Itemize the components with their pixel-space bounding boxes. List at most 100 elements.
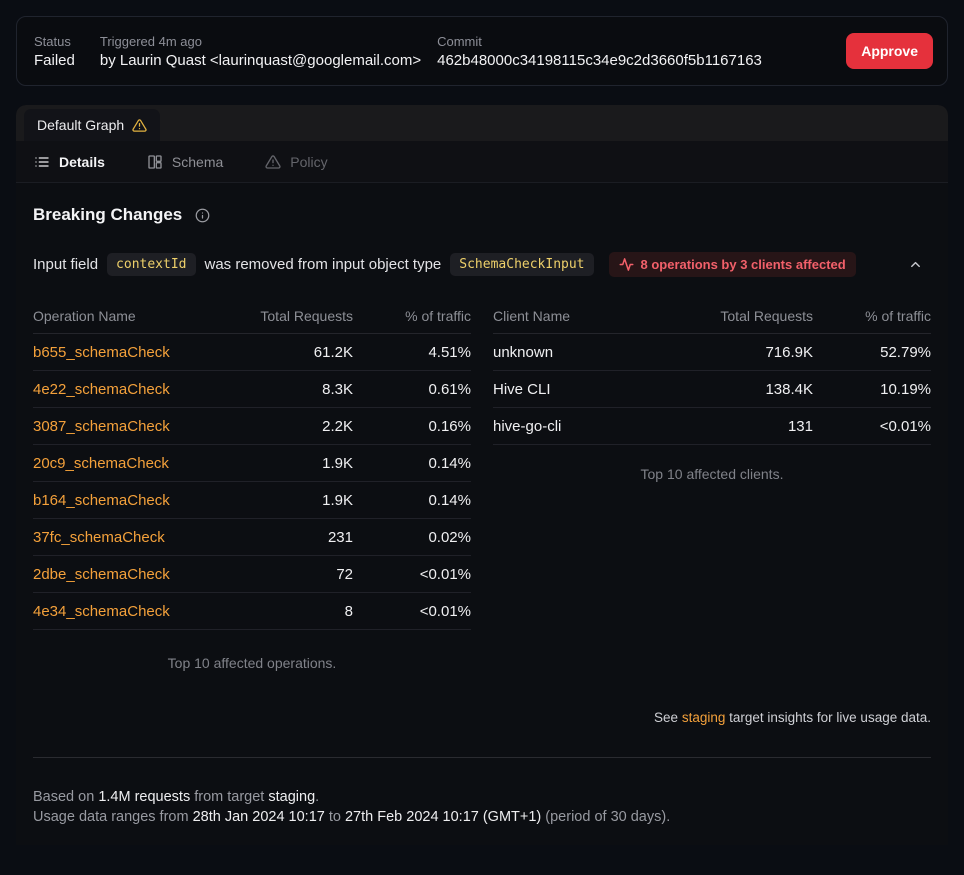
impact-badge-label: 8 operations by 3 clients affected: [641, 257, 846, 272]
operation-link[interactable]: 4e34_schemaCheck: [33, 603, 170, 620]
operation-link[interactable]: 3087_schemaCheck: [33, 418, 170, 435]
list-icon: [34, 154, 50, 170]
col-total-requests: Total Requests: [208, 308, 353, 324]
tab-default-graph[interactable]: Default Graph: [24, 109, 160, 141]
traffic-value: 0.61%: [353, 381, 471, 398]
status-value: Failed: [34, 52, 75, 69]
tab-details[interactable]: Details: [34, 154, 105, 170]
traffic-value: <0.01%: [353, 603, 471, 620]
table-row: 20c9_schemaCheck 1.9K 0.14%: [33, 445, 471, 482]
col-traffic: % of traffic: [353, 308, 471, 324]
requests-value: 72: [208, 566, 353, 583]
table-row: Hive CLI 138.4K 10.19%: [493, 371, 931, 408]
usage-range-end: 27th Feb 2024 10:17 (GMT+1): [345, 809, 541, 825]
breaking-changes-header: Breaking Changes: [33, 205, 931, 225]
traffic-value: 0.02%: [353, 529, 471, 546]
requests-value: 138.4K: [668, 381, 813, 398]
commit-hash: 462b48000c34198115c34e9c2d3660f5b1167163: [437, 52, 762, 69]
traffic-value: <0.01%: [813, 418, 931, 435]
operation-link[interactable]: 2dbe_schemaCheck: [33, 566, 170, 583]
operation-link[interactable]: 37fc_schemaCheck: [33, 529, 165, 546]
schema-check-panel: Default Graph Details: [16, 105, 948, 845]
details-content: Breaking Changes Input field contextId w…: [16, 183, 948, 845]
requests-value: 1.9K: [208, 492, 353, 509]
check-summary-card: Status Failed Triggered 4m ago by Laurin…: [16, 16, 948, 86]
requests-value: 231: [208, 529, 353, 546]
operation-link[interactable]: b655_schemaCheck: [33, 344, 170, 361]
col-client-name: Client Name: [493, 308, 668, 324]
operations-table: Operation Name Total Requests % of traff…: [33, 299, 471, 671]
impact-badge[interactable]: 8 operations by 3 clients affected: [609, 252, 856, 277]
usage-request-count: 1.4M requests: [98, 789, 190, 805]
clients-table-header: Client Name Total Requests % of traffic: [493, 299, 931, 334]
usage-summary-line1: Based on 1.4M requests from target stagi…: [33, 787, 931, 807]
commit-group: Commit 462b48000c34198115c34e9c2d3660f5b…: [437, 34, 762, 69]
usage-text: Usage data ranges from: [33, 809, 193, 825]
operation-link[interactable]: 20c9_schemaCheck: [33, 455, 169, 472]
affected-tables: Operation Name Total Requests % of traff…: [33, 299, 931, 671]
traffic-value: 52.79%: [813, 344, 931, 361]
triggered-author: by Laurin Quast <laurinquast@googlemail.…: [100, 52, 421, 69]
tab-details-label: Details: [59, 154, 105, 170]
table-row: b655_schemaCheck 61.2K 4.51%: [33, 334, 471, 371]
status-label: Status: [34, 34, 75, 49]
client-name: hive-go-cli: [493, 418, 668, 435]
type-code-badge: SchemaCheckInput: [450, 253, 593, 276]
triggered-label: Triggered 4m ago: [100, 34, 421, 49]
breaking-changes-title: Breaking Changes: [33, 205, 182, 225]
activity-icon: [619, 257, 634, 272]
client-name: Hive CLI: [493, 381, 668, 398]
clients-caption: Top 10 affected clients.: [493, 466, 931, 482]
insights-note-pre: See: [654, 710, 682, 725]
usage-text: (period of 30 days).: [541, 809, 670, 825]
approve-button[interactable]: Approve: [846, 33, 933, 69]
chevron-up-icon[interactable]: [908, 257, 923, 272]
table-row: 37fc_schemaCheck 231 0.02%: [33, 519, 471, 556]
info-icon[interactable]: [195, 208, 210, 223]
breaking-change-row[interactable]: Input field contextId was removed from i…: [33, 252, 931, 277]
table-row: hive-go-cli 131 <0.01%: [493, 408, 931, 445]
usage-target-name: staging: [268, 789, 315, 805]
columns-icon: [147, 154, 163, 170]
footer-divider: [33, 757, 931, 758]
traffic-value: 10.19%: [813, 381, 931, 398]
table-row: unknown 716.9K 52.79%: [493, 334, 931, 371]
traffic-value: 0.14%: [353, 455, 471, 472]
usage-range-start: 28th Jan 2024 10:17: [193, 809, 325, 825]
operation-link[interactable]: 4e22_schemaCheck: [33, 381, 170, 398]
insights-note-post: target insights for live usage data.: [725, 710, 931, 725]
operations-caption: Top 10 affected operations.: [33, 655, 471, 671]
table-row: 3087_schemaCheck 2.2K 0.16%: [33, 408, 471, 445]
insights-note: See staging target insights for live usa…: [33, 710, 931, 725]
client-name: unknown: [493, 344, 668, 361]
table-row: 4e22_schemaCheck 8.3K 0.61%: [33, 371, 471, 408]
warning-icon: [132, 118, 147, 133]
tab-schema[interactable]: Schema: [147, 154, 223, 170]
status-group: Status Failed: [34, 34, 75, 69]
table-row: 4e34_schemaCheck 8 <0.01%: [33, 593, 471, 630]
staging-target-link[interactable]: staging: [682, 710, 726, 725]
clients-table: Client Name Total Requests % of traffic …: [493, 299, 931, 671]
requests-value: 716.9K: [668, 344, 813, 361]
requests-value: 1.9K: [208, 455, 353, 472]
field-code-badge: contextId: [107, 253, 195, 276]
col-total-requests: Total Requests: [668, 308, 813, 324]
table-row: 2dbe_schemaCheck 72 <0.01%: [33, 556, 471, 593]
tab-schema-label: Schema: [172, 154, 223, 170]
operation-link[interactable]: b164_schemaCheck: [33, 492, 170, 509]
tab-policy[interactable]: Policy: [265, 154, 327, 170]
usage-text: from target: [190, 789, 268, 805]
usage-text: Based on: [33, 789, 98, 805]
tab-policy-label: Policy: [290, 154, 327, 170]
requests-value: 131: [668, 418, 813, 435]
check-toolbar: Details Schema Policy: [16, 141, 948, 183]
change-prefix: Input field: [33, 256, 98, 273]
operations-table-header: Operation Name Total Requests % of traff…: [33, 299, 471, 334]
usage-text: to: [325, 809, 345, 825]
traffic-value: 4.51%: [353, 344, 471, 361]
usage-summary: Based on 1.4M requests from target stagi…: [33, 787, 931, 827]
col-traffic: % of traffic: [813, 308, 931, 324]
usage-summary-line2: Usage data ranges from 28th Jan 2024 10:…: [33, 807, 931, 827]
graph-tab-label: Default Graph: [37, 117, 124, 133]
requests-value: 8: [208, 603, 353, 620]
